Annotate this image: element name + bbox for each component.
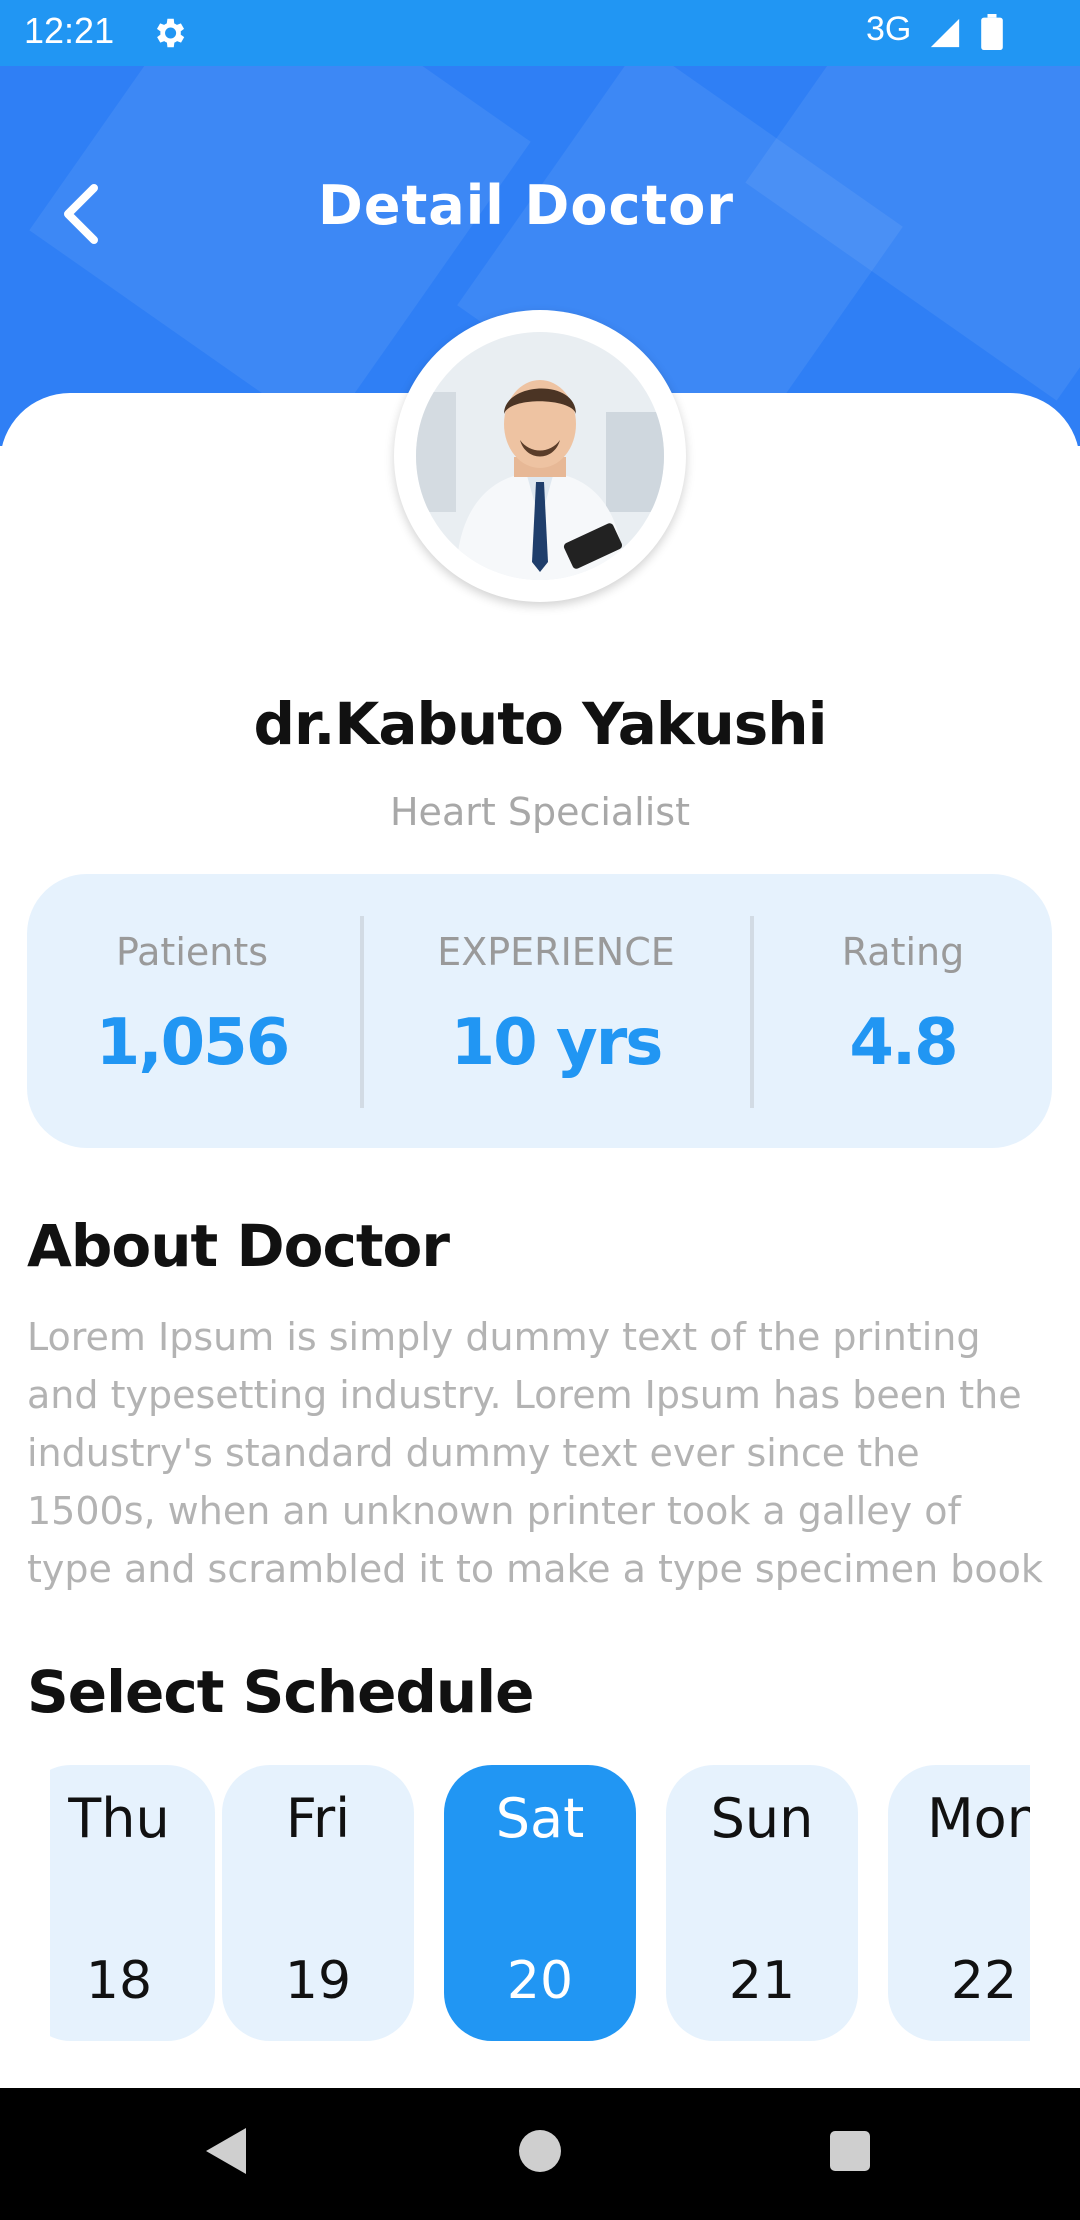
- day-name: Sun: [710, 1787, 814, 1850]
- schedule-title: Select Schedule: [27, 1658, 534, 1726]
- day-date: 19: [284, 1951, 352, 2011]
- page-title: Detail Doctor: [318, 174, 734, 237]
- day-date: 20: [506, 1951, 574, 2011]
- schedule-scroller[interactable]: Thu 18 Fri 19 Sat 20 Sun 21 Mon 22: [50, 1765, 1030, 2041]
- network-type: 3G: [866, 10, 912, 48]
- day-date: 21: [728, 1951, 796, 2011]
- stat-value: 4.8: [849, 1006, 958, 1080]
- home-circle-icon[interactable]: [519, 2130, 561, 2172]
- stat-label: Rating: [841, 930, 965, 974]
- status-bar: 12:21 3G: [0, 0, 1080, 66]
- day-card-mon[interactable]: Mon 22: [888, 1765, 1030, 2041]
- day-date: 18: [85, 1951, 153, 2011]
- doctor-name: dr.Kabuto Yakushi: [253, 690, 828, 758]
- stat-value: 1,056: [95, 1006, 290, 1080]
- about-title: About Doctor: [27, 1212, 450, 1280]
- stat-value: 10 yrs: [450, 1006, 664, 1080]
- status-time: 12:21: [24, 10, 115, 51]
- avatar: [394, 310, 686, 602]
- navigation-bar: [0, 2088, 1080, 2220]
- day-card-fri[interactable]: Fri 19: [222, 1765, 414, 2041]
- doctor-photo: [416, 332, 664, 580]
- day-name: Sat: [495, 1787, 585, 1850]
- signal-icon: [930, 18, 960, 48]
- stat-label: Patients: [115, 930, 269, 974]
- battery-icon: [981, 14, 1003, 50]
- day-name: Thu: [68, 1787, 170, 1850]
- back-triangle-icon[interactable]: [206, 2128, 246, 2174]
- day-name: Mon: [927, 1787, 1030, 1850]
- stat-label: EXPERIENCE: [437, 930, 675, 974]
- stat-experience: EXPERIENCE 10 yrs: [364, 874, 748, 1148]
- day-name: Fri: [285, 1787, 351, 1850]
- gear-icon: [156, 18, 185, 48]
- doctor-specialty: Heart Specialist: [389, 790, 690, 834]
- stat-rating: Rating 4.8: [754, 874, 1052, 1148]
- day-card-sun[interactable]: Sun 21: [666, 1765, 858, 2041]
- about-text: Lorem Ipsum is simply dummy text of the …: [27, 1315, 1043, 1591]
- day-date: 22: [950, 1951, 1018, 2011]
- stat-patients: Patients 1,056: [27, 874, 357, 1148]
- stats-card: Patients 1,056 EXPERIENCE 10 yrs Rating …: [27, 874, 1052, 1148]
- day-card-sat-selected[interactable]: Sat 20: [444, 1765, 636, 2041]
- recents-square-icon[interactable]: [830, 2131, 870, 2171]
- day-card-thu[interactable]: Thu 18: [50, 1765, 215, 2041]
